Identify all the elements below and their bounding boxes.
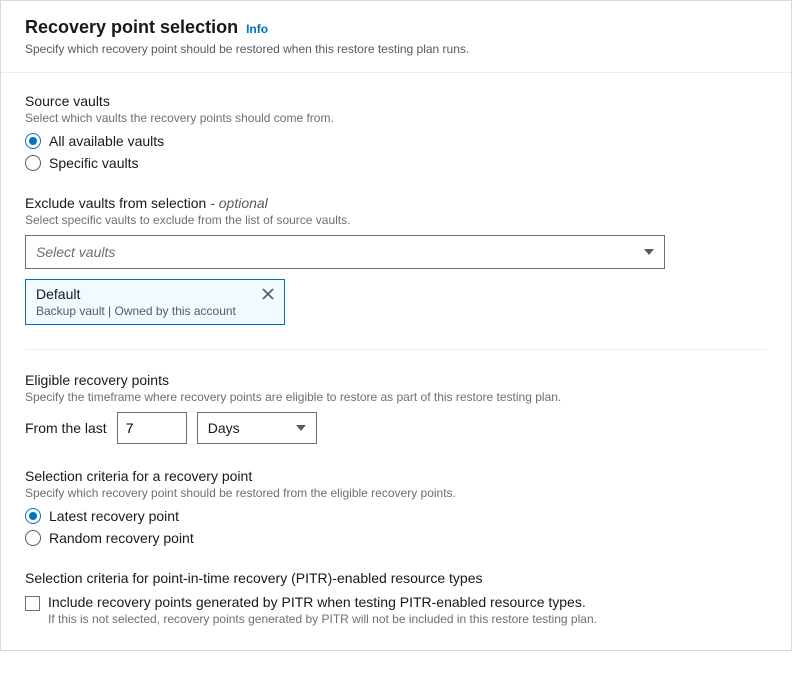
- vault-chip-title: Default: [36, 286, 236, 302]
- radio-icon: [25, 530, 41, 546]
- eligible-label: Eligible recovery points: [25, 372, 767, 388]
- radio-icon: [25, 133, 41, 149]
- vault-chip-sub: Backup vault | Owned by this account: [36, 304, 236, 318]
- radio-random-label: Random recovery point: [49, 530, 194, 546]
- radio-all-vaults-label: All available vaults: [49, 133, 164, 149]
- panel-subtitle: Specify which recovery point should be r…: [25, 42, 767, 56]
- radio-icon: [25, 508, 41, 524]
- panel-title: Recovery point selection: [25, 17, 238, 38]
- exclude-vaults-label-main: Exclude vaults from selection: [25, 195, 206, 211]
- exclude-vaults-help: Select specific vaults to exclude from t…: [25, 213, 767, 227]
- exclude-vaults-section: Exclude vaults from selection - optional…: [25, 195, 767, 325]
- pitr-checkbox-label: Include recovery points generated by PIT…: [48, 594, 597, 610]
- close-icon: [262, 288, 274, 300]
- source-vaults-help: Select which vaults the recovery points …: [25, 111, 767, 125]
- eligible-section: Eligible recovery points Specify the tim…: [25, 372, 767, 444]
- eligible-help: Specify the timeframe where recovery poi…: [25, 390, 767, 404]
- selection-criteria-label: Selection criteria for a recovery point: [25, 468, 767, 484]
- chevron-down-icon: [644, 249, 654, 255]
- vault-chip-default: Default Backup vault | Owned by this acc…: [25, 279, 285, 325]
- exclude-vaults-select[interactable]: Select vaults: [25, 235, 665, 269]
- source-vaults-label: Source vaults: [25, 93, 767, 109]
- pitr-label: Selection criteria for point-in-time rec…: [25, 570, 767, 586]
- recovery-point-panel: Recovery point selection Info Specify wh…: [0, 0, 792, 651]
- info-link[interactable]: Info: [246, 22, 268, 36]
- divider: [25, 349, 767, 350]
- radio-icon: [25, 155, 41, 171]
- timeframe-unit-value: Days: [208, 420, 240, 436]
- radio-all-vaults[interactable]: All available vaults: [25, 133, 767, 149]
- source-vaults-section: Source vaults Select which vaults the re…: [25, 93, 767, 171]
- exclude-vaults-label-optional: - optional: [206, 195, 267, 211]
- selection-criteria-section: Selection criteria for a recovery point …: [25, 468, 767, 546]
- from-last-label: From the last: [25, 420, 107, 436]
- timeframe-unit-select[interactable]: Days: [197, 412, 317, 444]
- pitr-section: Selection criteria for point-in-time rec…: [25, 570, 767, 626]
- pitr-include-checkbox[interactable]: [25, 596, 40, 611]
- exclude-vaults-label: Exclude vaults from selection - optional: [25, 195, 767, 211]
- radio-random-recovery[interactable]: Random recovery point: [25, 530, 767, 546]
- pitr-checkbox-help: If this is not selected, recovery points…: [48, 612, 597, 626]
- radio-latest-recovery[interactable]: Latest recovery point: [25, 508, 767, 524]
- radio-latest-label: Latest recovery point: [49, 508, 179, 524]
- panel-header: Recovery point selection Info Specify wh…: [1, 1, 791, 73]
- vault-chip-remove-button[interactable]: [260, 286, 276, 302]
- radio-specific-vaults[interactable]: Specific vaults: [25, 155, 767, 171]
- timeframe-input[interactable]: [117, 412, 187, 444]
- exclude-vaults-placeholder: Select vaults: [36, 244, 115, 260]
- selection-criteria-help: Specify which recovery point should be r…: [25, 486, 767, 500]
- chevron-down-icon: [296, 425, 306, 431]
- radio-specific-vaults-label: Specific vaults: [49, 155, 138, 171]
